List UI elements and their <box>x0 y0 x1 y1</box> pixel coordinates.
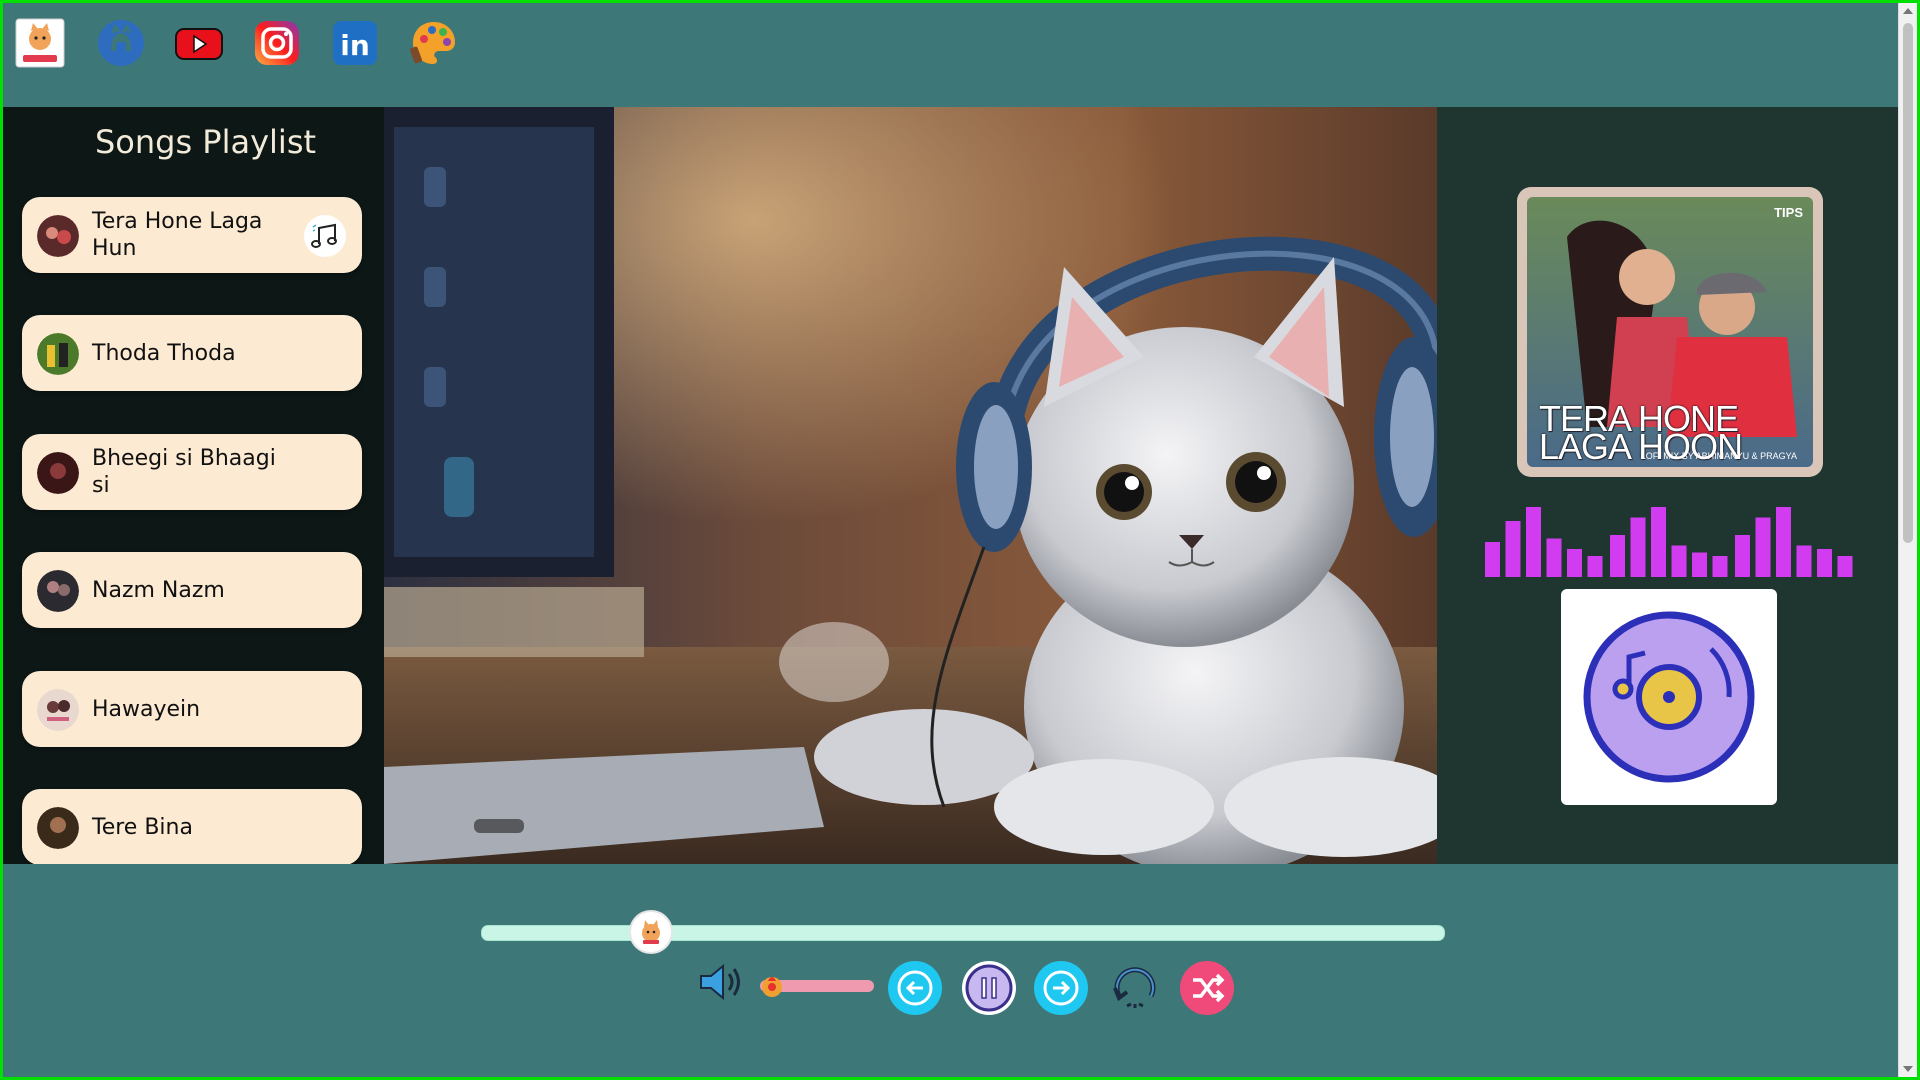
cover-logo: TIPS <box>1774 205 1803 220</box>
pause-button[interactable] <box>961 960 1017 1016</box>
kitten-logo-icon[interactable] <box>14 17 66 69</box>
song-title: Hawayein <box>92 696 201 722</box>
song-thumbnail <box>37 215 79 257</box>
cover-credit: LOFI MIX BY ABHIMANYU & PRAGYA <box>1640 451 1797 461</box>
equalizer-bar <box>1526 507 1541 577</box>
equalizer-bar <box>1735 535 1750 577</box>
song-title: Tera Hone Laga Hun <box>92 209 263 261</box>
app-frame: in Songs Playlist Tera Hone Laga Hun Tho… <box>3 3 1917 1077</box>
main-area: Songs Playlist Tera Hone Laga Hun Thoda … <box>3 107 1899 864</box>
equalizer-bar <box>1671 545 1687 577</box>
song-thumbnail <box>37 807 79 849</box>
song-title: Thoda Thoda <box>92 340 236 366</box>
repeat-button[interactable] <box>1107 960 1163 1016</box>
playlist-title: Songs Playlist <box>94 123 317 161</box>
song-thumbnail <box>37 452 79 494</box>
volume-handle[interactable] <box>758 971 786 999</box>
seek-bar[interactable] <box>481 912 1445 952</box>
equalizer-bar <box>1837 556 1853 577</box>
song-item[interactable]: Thoda Thoda <box>22 315 362 391</box>
equalizer-bar <box>1610 535 1625 577</box>
playing-note-icon <box>304 215 346 257</box>
youtube-icon[interactable] <box>173 17 225 69</box>
equalizer-bar <box>1755 517 1771 577</box>
vinyl-disc-icon <box>1561 589 1777 805</box>
songs-playlist: Songs Playlist Tera Hone Laga Hun Thoda … <box>3 107 384 864</box>
equalizer-bar <box>1485 542 1500 577</box>
seek-progress <box>482 926 652 940</box>
linkedin-icon[interactable]: in <box>329 17 381 69</box>
equalizer-bar <box>1546 538 1562 577</box>
scroll-up-arrow-icon[interactable] <box>1903 8 1913 14</box>
instagram-icon[interactable] <box>251 17 303 69</box>
kitten-headphones-image <box>384 107 1437 864</box>
page-scrollbar[interactable] <box>1898 3 1917 1077</box>
shuffle-button[interactable] <box>1179 960 1235 1016</box>
palette-icon[interactable] <box>408 17 460 69</box>
equalizer-bar <box>1796 545 1812 577</box>
scrollbar-thumb[interactable] <box>1903 23 1913 543</box>
equalizer-bar <box>1692 552 1707 577</box>
seek-handle-kitten-icon[interactable] <box>631 912 672 952</box>
song-item[interactable]: Tera Hone Laga Hun <box>22 197 362 273</box>
equalizer-bar <box>1712 556 1728 577</box>
song-thumbnail <box>37 570 79 612</box>
volume-slider[interactable] <box>760 977 874 997</box>
song-item[interactable]: Bheegi si Bhaagi si <box>22 434 362 510</box>
github-icon[interactable] <box>95 17 147 69</box>
top-icon-bar: in <box>3 3 1899 107</box>
equalizer-bar <box>1505 521 1521 577</box>
song-item[interactable]: Hawayein <box>22 671 362 747</box>
equalizer-bar <box>1587 556 1603 577</box>
equalizer-bar <box>1630 517 1646 577</box>
equalizer-visualizer <box>1485 507 1853 577</box>
equalizer-bar <box>1817 549 1832 577</box>
volume-icon[interactable] <box>693 954 745 1006</box>
song-title: Bheegi si Bhaagi si <box>92 446 276 498</box>
next-button[interactable] <box>1033 960 1089 1016</box>
song-thumbnail <box>37 689 79 731</box>
player-controls <box>3 864 1899 1077</box>
scroll-down-arrow-icon[interactable] <box>1903 1066 1913 1072</box>
song-item[interactable]: Tere Bina <box>22 789 362 864</box>
prev-button[interactable] <box>887 960 943 1016</box>
equalizer-bar <box>1567 549 1582 577</box>
album-cover: TIPS TERA HONE LAGA HOON LOFI MIX BY ABHI… <box>1517 187 1823 477</box>
song-thumbnail <box>37 333 79 375</box>
album-art: TIPS TERA HONE LAGA HOON LOFI MIX BY ABHI… <box>1527 197 1813 467</box>
song-title: Tere Bina <box>92 814 193 840</box>
svg-text:in: in <box>340 29 370 62</box>
equalizer-bar <box>1651 507 1666 577</box>
now-playing-panel: TIPS TERA HONE LAGA HOON LOFI MIX BY ABHI… <box>1437 107 1899 864</box>
song-title: Nazm Nazm <box>92 577 225 603</box>
equalizer-bar <box>1776 507 1791 577</box>
song-item[interactable]: Nazm Nazm <box>22 552 362 628</box>
